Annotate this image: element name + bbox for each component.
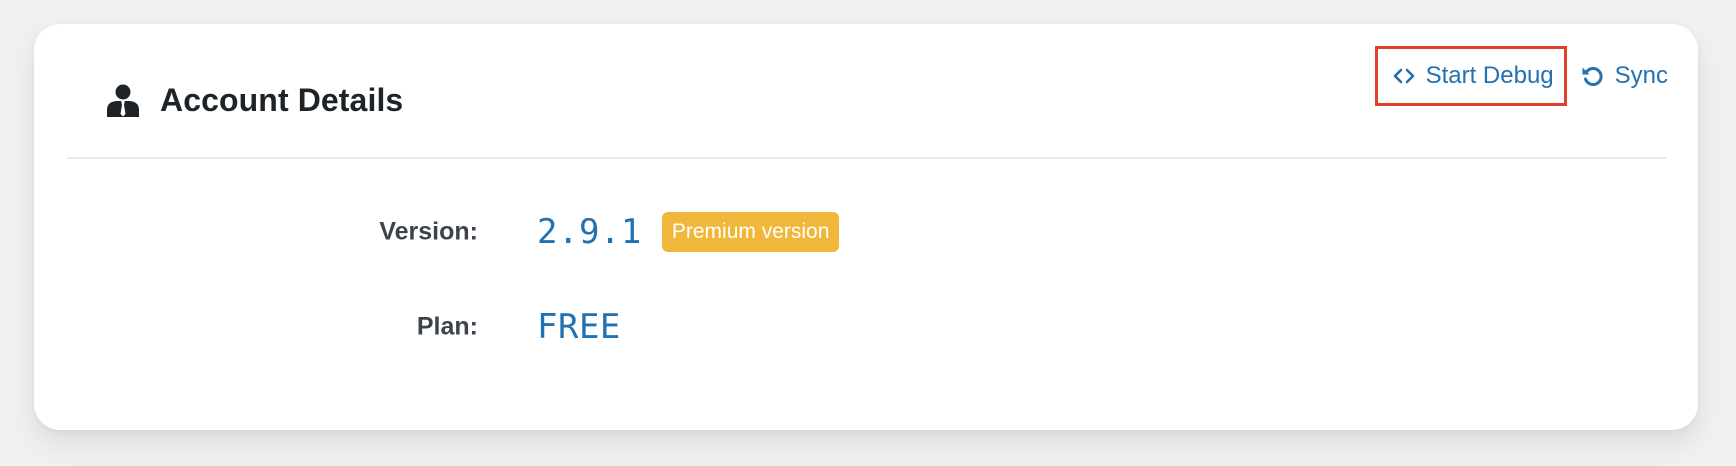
start-debug-label: Start Debug [1425,62,1554,89]
plan-label: Plan: [416,312,478,341]
version-value-wrap: 2.9.1 Premium version [537,212,840,252]
user-icon [107,84,139,117]
version-label: Version: [379,217,478,246]
plan-value-wrap: FREE [537,307,621,347]
premium-badge: Premium version [661,212,840,252]
version-row: Version: 2.9.1 Premium version [34,207,1698,257]
card-title: Account Details [106,82,403,119]
page-title: Account Details [160,82,404,118]
sync-label: Sync [1614,62,1668,89]
account-details-card: Account Details Start Debug Sync Version… [34,24,1698,430]
plan-value: FREE [537,307,621,347]
header-actions: Start Debug Sync [1374,46,1668,106]
version-value: 2.9.1 [537,212,642,252]
plan-row: Plan: FREE [34,302,1698,352]
code-icon [1393,68,1414,84]
refresh-icon [1582,67,1603,86]
sync-button[interactable]: Sync [1581,62,1668,90]
start-debug-button[interactable]: Start Debug [1374,46,1567,106]
